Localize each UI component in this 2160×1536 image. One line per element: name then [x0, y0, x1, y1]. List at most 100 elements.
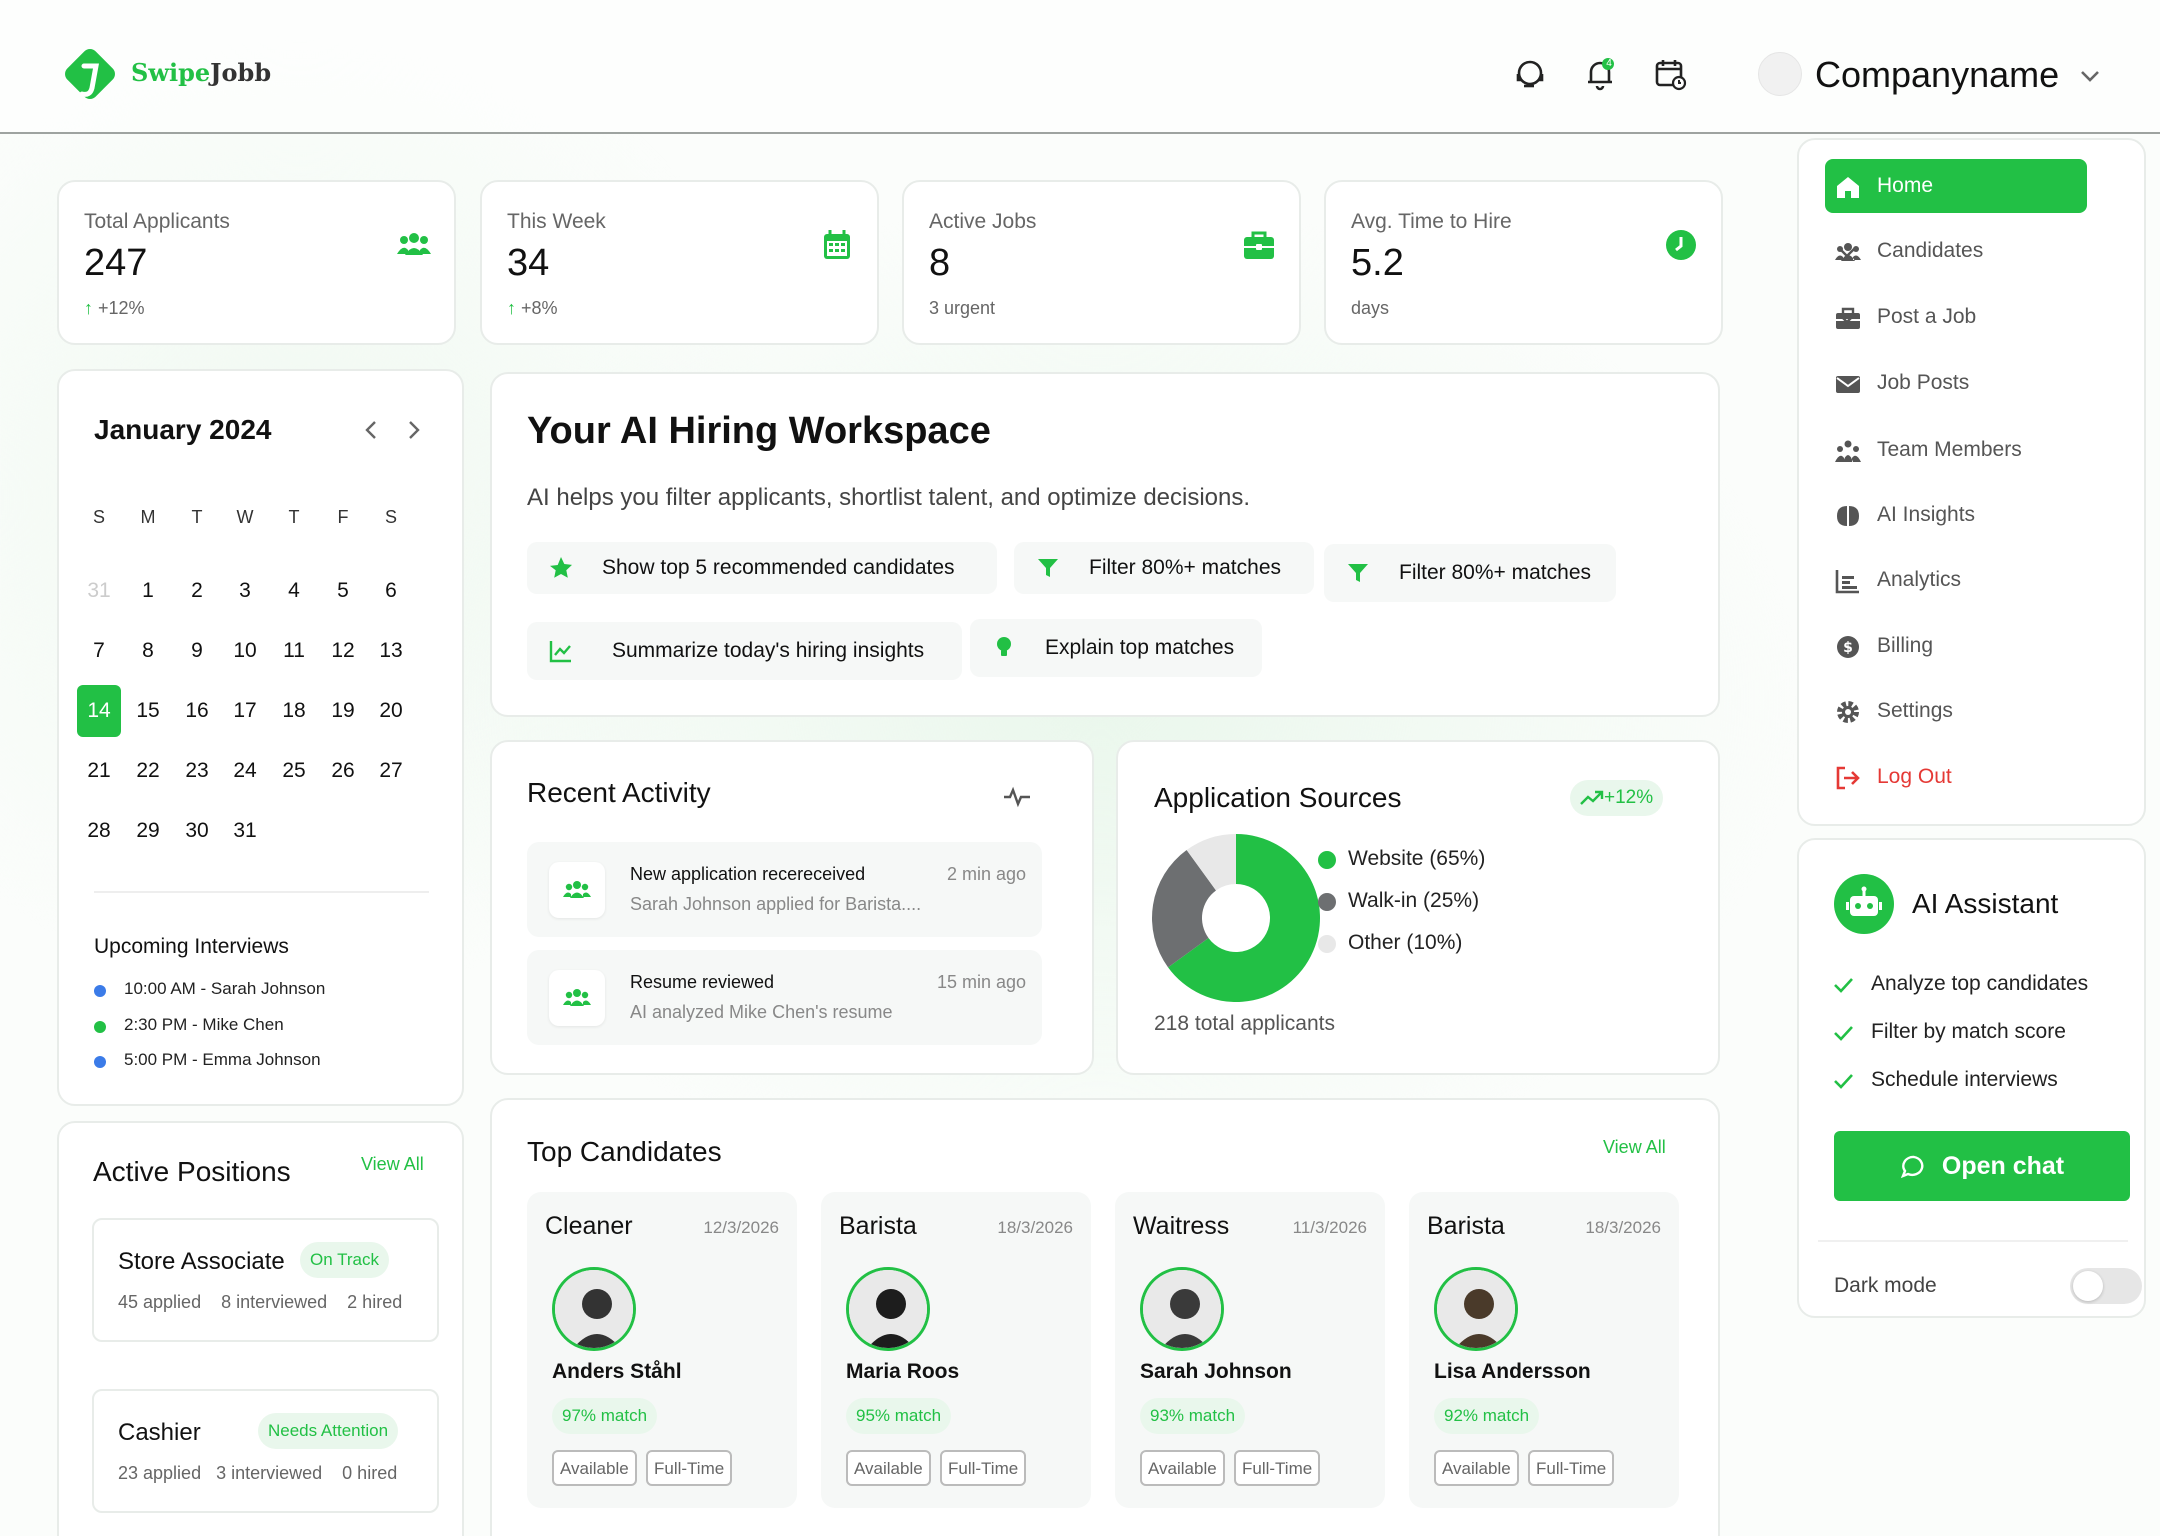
sidebar-item-analytics[interactable]: Analytics	[1825, 553, 2087, 607]
company-avatar[interactable]	[1758, 52, 1802, 96]
calendar-day[interactable]: 12	[321, 625, 365, 677]
sidebar-item-label: Billing	[1877, 634, 1934, 657]
activity-title: Resume reviewed	[630, 972, 775, 992]
chevron-right-icon[interactable]	[400, 417, 426, 443]
support-chat-icon[interactable]	[1512, 56, 1548, 92]
chevron-down-icon[interactable]	[2076, 62, 2104, 90]
calendar-day[interactable]: 31	[77, 565, 121, 617]
dark-mode-toggle[interactable]	[2070, 1268, 2142, 1304]
activity-item[interactable]: New application recereceived Sarah Johns…	[527, 842, 1042, 937]
calendar-day[interactable]: 8	[126, 625, 170, 677]
candidate-role: Barista	[839, 1212, 917, 1240]
candidate-name: Sarah Johnson	[1140, 1360, 1292, 1383]
calendar-day[interactable]: 30	[175, 805, 219, 857]
stat-sub: 3 urgent	[929, 298, 996, 318]
company-name[interactable]: Companyname	[1815, 54, 2059, 96]
prompt-chip[interactable]: Filter 80%+ matches	[1014, 542, 1314, 594]
calendar-day[interactable]: 13	[369, 625, 413, 677]
chart-line-icon	[549, 639, 573, 663]
calendar-day[interactable]: 28	[77, 805, 121, 857]
calendar-day[interactable]: 22	[126, 745, 170, 797]
calendar-schedule-icon[interactable]	[1652, 56, 1688, 92]
candidate-card[interactable]: Barista 18/3/2026 Lisa Andersson 92% mat…	[1409, 1192, 1679, 1508]
calendar-day[interactable]: 21	[77, 745, 121, 797]
calendar-day[interactable]: 16	[175, 685, 219, 737]
prompt-chip[interactable]: Summarize today's hiring insights	[527, 622, 962, 680]
job-type-tag: Full-Time	[646, 1450, 733, 1486]
activity-pulse-icon[interactable]	[1002, 782, 1032, 812]
notification-count: 4	[1606, 58, 1612, 69]
calendar-day[interactable]: 20	[369, 685, 413, 737]
positions-view-all-link[interactable]: View All	[361, 1154, 424, 1175]
prompt-chip[interactable]: Explain top matches	[970, 619, 1262, 677]
prompt-chip[interactable]: Show top 5 recommended candidates	[527, 542, 997, 594]
calendar-day[interactable]: 5	[321, 565, 365, 617]
weekday-label: T	[191, 507, 203, 527]
match-badge: 97% match	[552, 1398, 658, 1434]
users-icon	[549, 970, 605, 1026]
calendar-day[interactable]: 14	[77, 685, 121, 737]
sidebar-item-job-posts[interactable]: Job Posts	[1825, 356, 2087, 410]
calendar-day[interactable]: 15	[126, 685, 170, 737]
calendar-day[interactable]: 4	[272, 565, 316, 617]
position-card[interactable]: Cashier Needs Attention 23 applied 3 int…	[92, 1389, 439, 1513]
sidebar-item-billing[interactable]: $ Billing	[1825, 619, 2087, 673]
sidebar-item-label: AI Insights	[1877, 503, 1976, 526]
sidebar-item-home[interactable]: Home	[1825, 159, 2087, 213]
position-card[interactable]: Store Associate On Track 45 applied 8 in…	[92, 1218, 439, 1342]
candidate-card[interactable]: Waitress 11/3/2026 Sarah Johnson 93% mat…	[1115, 1192, 1385, 1508]
stat-value: 247	[84, 242, 148, 284]
calendar-day[interactable]: 26	[321, 745, 365, 797]
calendar-day[interactable]: 31	[223, 805, 267, 857]
open-chat-button[interactable]: Open chat	[1834, 1131, 2130, 1201]
calendar-day[interactable]: 11	[272, 625, 316, 677]
stat-value: 8	[929, 242, 951, 284]
chat-bubble-icon	[1900, 1153, 1928, 1181]
filter-icon	[1346, 561, 1370, 585]
calendar-day[interactable]: 24	[223, 745, 267, 797]
calendar-day[interactable]: 10	[223, 625, 267, 677]
app-name[interactable]: SwipeJobb	[131, 58, 271, 87]
candidate-card[interactable]: Cleaner 12/3/2026 Anders Ståhl 97% match…	[527, 1192, 797, 1508]
calendar-day[interactable]: 29	[126, 805, 170, 857]
chevron-left-icon[interactable]	[359, 417, 385, 443]
calendar-day[interactable]: 3	[223, 565, 267, 617]
sidebar-item-log-out[interactable]: Log Out	[1825, 750, 2087, 804]
candidate-date: 18/3/2026	[1585, 1218, 1661, 1237]
calendar-day[interactable]: 6	[369, 565, 413, 617]
weekday-label: F	[337, 507, 349, 527]
calendar-day[interactable]: 25	[272, 745, 316, 797]
calendar-day[interactable]: 27	[369, 745, 413, 797]
match-badge: 95% match	[846, 1398, 952, 1434]
chevron-down-icon[interactable]	[1835, 240, 1859, 264]
candidate-avatar	[552, 1267, 636, 1351]
sidebar-item-candidates[interactable]: Candidates	[1825, 224, 2087, 278]
sidebar-item-ai-insights[interactable]: AI Insights	[1825, 488, 2087, 542]
calendar-day[interactable]: 2	[175, 565, 219, 617]
stat-value: 5.2	[1351, 242, 1404, 284]
sidebar-item-settings[interactable]: Settings	[1825, 684, 2087, 738]
stat-card-active-jobs: Active Jobs 8 3 urgent	[902, 180, 1301, 345]
calendar-day[interactable]: 9	[175, 625, 219, 677]
interview-item[interactable]: 5:00 PM - Emma Johnson	[124, 1050, 321, 1070]
candidates-view-all-link[interactable]: View All	[1603, 1137, 1666, 1158]
calendar-day[interactable]: 17	[223, 685, 267, 737]
calendar-day[interactable]: 7	[77, 625, 121, 677]
legend-other: Other (10%)	[1318, 931, 1462, 955]
candidate-role: Barista	[1427, 1212, 1505, 1240]
sidebar-item-team-members[interactable]: Team Members	[1825, 423, 2087, 477]
calendar-day[interactable]: 19	[321, 685, 365, 737]
candidate-card[interactable]: Barista 18/3/2026 Maria Roos 95% match A…	[821, 1192, 1091, 1508]
check-icon	[1832, 974, 1854, 996]
swipejobb-logo-icon[interactable]	[60, 44, 120, 106]
interview-item[interactable]: 10:00 AM - Sarah Johnson	[124, 979, 325, 999]
chevron-down-icon[interactable]	[1835, 306, 1859, 330]
calendar-day[interactable]: 18	[272, 685, 316, 737]
calendar-day[interactable]: 23	[175, 745, 219, 797]
calendar-day[interactable]: 1	[126, 565, 170, 617]
sidebar-item-post-a-job[interactable]: Post a Job	[1825, 290, 2087, 344]
prompt-chip[interactable]: Filter 80%+ matches	[1324, 544, 1616, 602]
interview-item[interactable]: 2:30 PM - Mike Chen	[124, 1015, 284, 1035]
activity-item[interactable]: Resume reviewed AI analyzed Mike Chen's …	[527, 950, 1042, 1045]
lightbulb-icon	[992, 635, 1016, 659]
